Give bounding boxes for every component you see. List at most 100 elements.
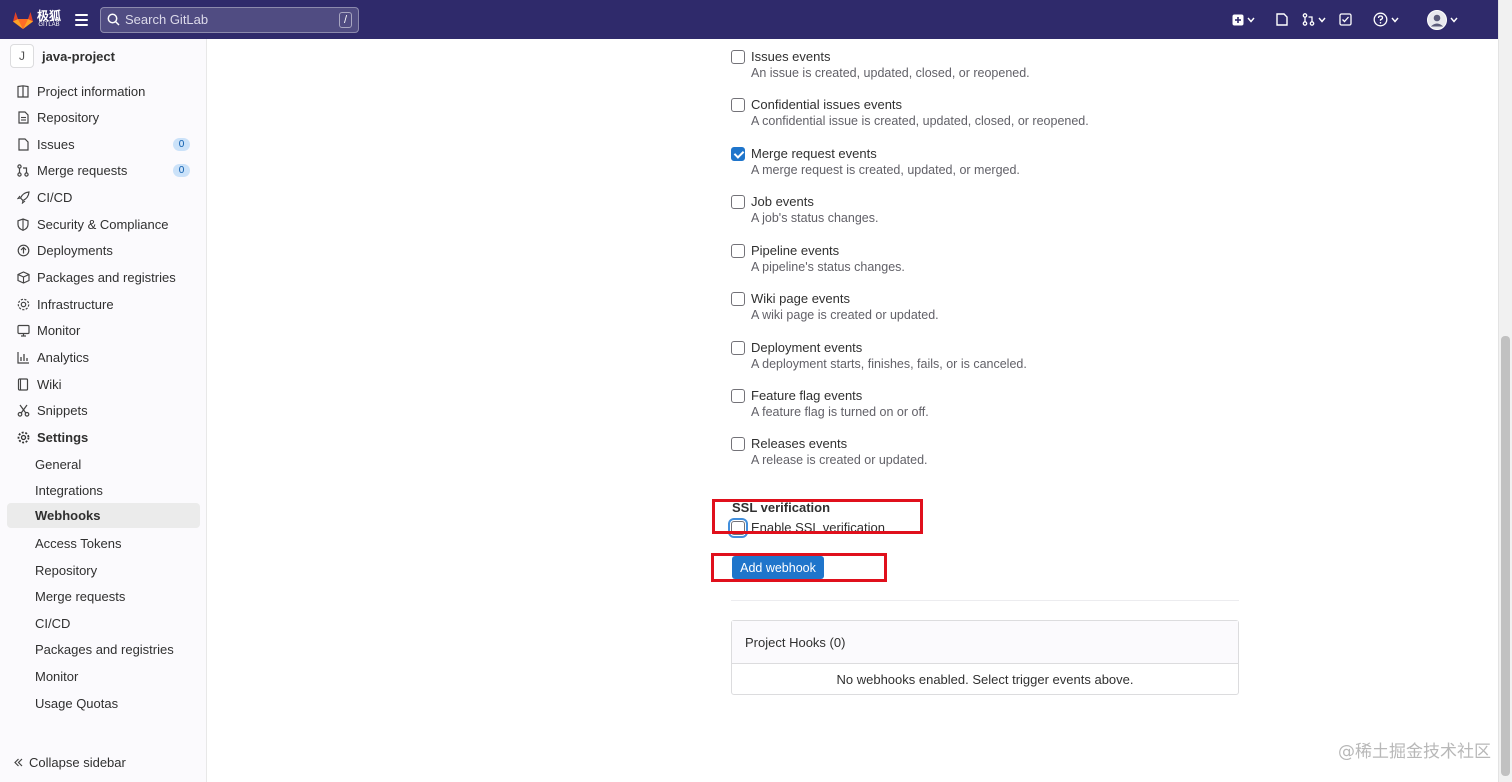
sidebar-item-wiki[interactable]: Wiki [7, 372, 200, 397]
releases-events-checkbox[interactable] [731, 437, 745, 451]
sidebar-item-label: Settings [37, 430, 89, 445]
book-icon [16, 378, 30, 392]
sidebar-subitem-packages-registries[interactable]: Packages and registries [7, 637, 200, 662]
collapse-sidebar-button[interactable]: Collapse sidebar [14, 755, 126, 770]
sidebar-item-deployments[interactable]: Deployments [7, 238, 200, 263]
event-description: A merge request is created, updated, or … [751, 163, 1020, 177]
sidebar-item-label: Snippets [37, 403, 88, 418]
gitlab-logo[interactable]: 极狐 GITLAB [12, 10, 61, 30]
job-events-checkbox[interactable] [731, 195, 745, 209]
wiki-page-events-checkbox[interactable] [731, 292, 745, 306]
sidebar-item-project-information[interactable]: Project information [7, 79, 200, 104]
scrollbar-thumb[interactable] [1501, 336, 1510, 776]
sidebar-item-ci-cd[interactable]: CI/CD [7, 185, 200, 210]
trigger-job-events: Job events A job's status changes. [731, 194, 878, 226]
sidebar-item-infrastructure[interactable]: Infrastructure [7, 292, 200, 317]
sidebar-subitem-label: Usage Quotas [35, 696, 119, 711]
logo-sub-text: GITLAB [38, 22, 60, 28]
sidebar-item-merge-requests[interactable]: Merge requests 0 [7, 158, 200, 183]
chevron-down-icon [1318, 17, 1326, 23]
merge-requests-nav-dropdown[interactable] [1302, 13, 1326, 26]
sidebar-item-label: Analytics [37, 350, 90, 365]
project-hooks-header: Project Hooks (0) [732, 621, 1238, 664]
project-icon [16, 85, 30, 99]
issues-events-checkbox[interactable] [731, 50, 745, 64]
event-label: Job events [751, 194, 814, 209]
trigger-issues-events: Issues events An issue is created, updat… [731, 49, 1030, 81]
sidebar-subitem-integrations[interactable]: Integrations [7, 478, 200, 503]
tanuki-logo-icon [13, 11, 33, 29]
search-shortcut-key: / [338, 11, 353, 28]
project-avatar: J [10, 44, 34, 68]
sidebar-subitem-usage-quotas[interactable]: Usage Quotas [7, 691, 200, 716]
collapse-sidebar-label: Collapse sidebar [29, 755, 126, 770]
merge-request-icon [1302, 13, 1315, 26]
trigger-pipeline-events: Pipeline events A pipeline's status chan… [731, 243, 905, 275]
event-label: Issues events [751, 49, 831, 64]
event-label: Feature flag events [751, 388, 863, 403]
project-header[interactable]: J java-project [0, 39, 206, 73]
sidebar-subitem-repository[interactable]: Repository [7, 558, 200, 583]
confidential-issues-events-checkbox[interactable] [731, 98, 745, 112]
feature-flag-events-checkbox[interactable] [731, 389, 745, 403]
sidebar-subitem-webhooks[interactable]: Webhooks [7, 503, 200, 528]
sidebar-item-packages-registries[interactable]: Packages and registries [7, 265, 200, 290]
logo-main-text: 极狐 [37, 9, 62, 23]
event-description: A release is created or updated. [751, 453, 928, 467]
issues-count-badge: 0 [173, 138, 190, 151]
menu-hamburger-icon[interactable] [75, 11, 93, 29]
top-navbar: 极狐 GITLAB Search GitLab / [0, 0, 1498, 39]
event-description: A deployment starts, finishes, fails, or… [751, 357, 1027, 371]
rocket-icon [16, 191, 30, 205]
sidebar-item-label: Packages and registries [37, 270, 176, 285]
sidebar-item-label: Wiki [37, 377, 62, 392]
event-label: Releases events [751, 436, 848, 451]
search-placeholder: Search GitLab [125, 12, 209, 27]
sidebar-item-settings[interactable]: Settings [7, 425, 200, 450]
trigger-confidential-issues-events: Confidential issues events A confidentia… [731, 97, 1089, 129]
event-description: A feature flag is turned on or off. [751, 405, 929, 419]
sidebar-subitem-general[interactable]: General [7, 452, 200, 477]
highlight-annotation-add-webhook [711, 553, 887, 582]
pipeline-events-checkbox[interactable] [731, 244, 745, 258]
merge-requests-count-badge: 0 [173, 164, 190, 177]
event-label: Pipeline events [751, 243, 840, 258]
search-input[interactable]: Search GitLab / [100, 6, 360, 33]
settings-icon [16, 431, 30, 445]
page-scrollbar[interactable] [1498, 0, 1512, 782]
event-description: A confidential issue is created, updated… [751, 114, 1089, 128]
help-dropdown[interactable] [1373, 12, 1399, 27]
sidebar-item-security-compliance[interactable]: Security & Compliance [7, 212, 200, 237]
sidebar-item-issues[interactable]: Issues 0 [7, 132, 200, 157]
user-menu-dropdown[interactable] [1427, 9, 1458, 30]
sidebar-subitem-label: Webhooks [35, 508, 101, 523]
event-description: An issue is created, updated, closed, or… [751, 66, 1030, 80]
sidebar-subitem-ci-cd[interactable]: CI/CD [7, 611, 200, 636]
sidebar-item-repository[interactable]: Repository [7, 105, 200, 130]
sidebar-item-analytics[interactable]: Analytics [7, 345, 200, 370]
sidebar-subitem-access-tokens[interactable]: Access Tokens [7, 531, 200, 556]
chevron-down-icon [1247, 17, 1255, 23]
project-hooks-empty-state: No webhooks enabled. Select trigger even… [836, 671, 1134, 687]
trigger-merge-request-events: Merge request events A merge request is … [731, 146, 1020, 178]
deployments-icon [16, 244, 30, 258]
sidebar-subitem-label: Repository [35, 563, 98, 578]
sidebar-subitem-merge-requests[interactable]: Merge requests [7, 584, 200, 609]
todos-nav-button[interactable] [1339, 13, 1352, 26]
sidebar-item-label: CI/CD [37, 190, 73, 205]
sidebar-subitem-label: General [35, 457, 82, 472]
sidebar-item-label: Merge requests [37, 163, 128, 178]
project-hooks-card: Project Hooks (0) No webhooks enabled. S… [731, 620, 1239, 695]
package-icon [16, 271, 30, 285]
sidebar-item-label: Issues [37, 137, 75, 152]
sidebar-item-monitor[interactable]: Monitor [7, 318, 200, 343]
new-item-dropdown[interactable] [1232, 14, 1255, 26]
sidebar-item-snippets[interactable]: Snippets [7, 398, 200, 423]
sidebar-subitem-label: Merge requests [35, 589, 126, 604]
search-icon [107, 13, 120, 26]
deployment-events-checkbox[interactable] [731, 341, 745, 355]
chevron-down-icon [1450, 17, 1458, 23]
merge-request-events-checkbox[interactable] [731, 147, 745, 161]
sidebar-subitem-monitor[interactable]: Monitor [7, 664, 200, 689]
issues-nav-button[interactable] [1276, 13, 1288, 26]
